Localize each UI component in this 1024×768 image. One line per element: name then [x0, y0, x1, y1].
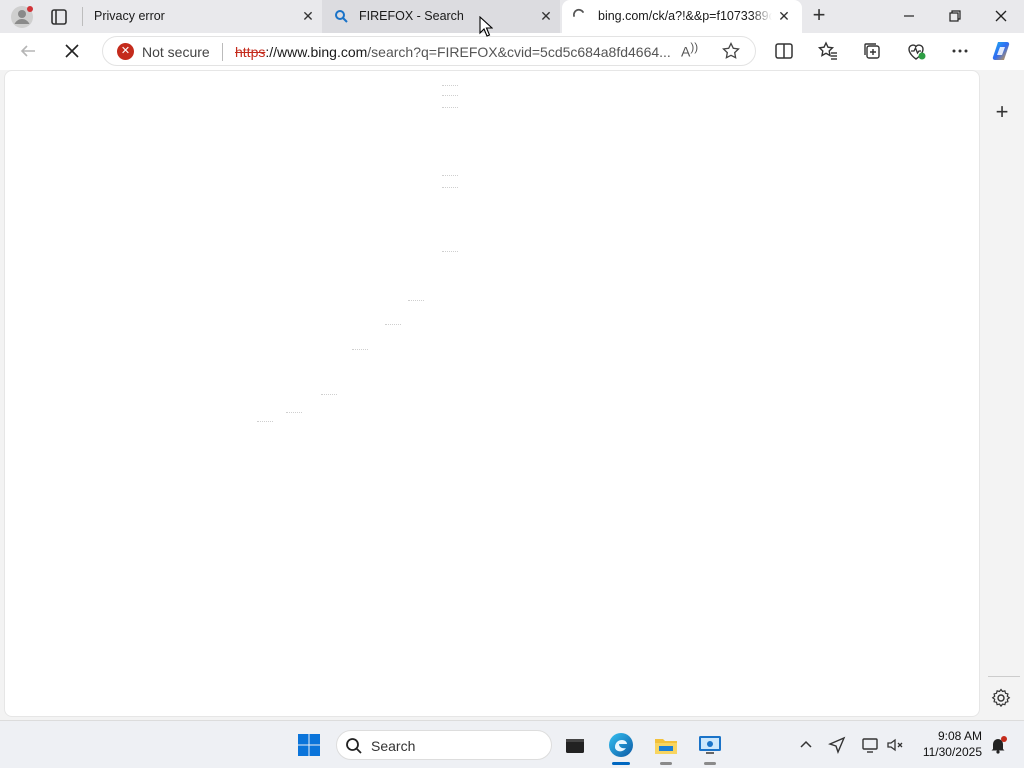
tab-title: FIREFOX - Search — [359, 9, 464, 23]
collections-icon[interactable] — [860, 39, 884, 63]
minimize-button[interactable] — [896, 4, 922, 28]
tab-privacy-error[interactable]: Privacy error ✕ — [82, 0, 322, 33]
more-icon[interactable] — [948, 39, 972, 63]
read-aloud-glyph: A — [681, 43, 691, 60]
mouse-cursor-icon — [479, 16, 493, 37]
tab-separator — [82, 7, 83, 26]
copilot-icon[interactable] — [990, 39, 1014, 63]
tab-close-icon[interactable]: ✕ — [538, 8, 554, 24]
restore-icon — [949, 10, 961, 22]
render-artifact — [385, 324, 401, 328]
tab-title: Privacy error — [94, 9, 165, 23]
edge-browser-icon — [609, 733, 633, 757]
read-aloud-icon[interactable]: A)) — [681, 41, 701, 61]
settings-gear-icon[interactable] — [990, 687, 1012, 709]
render-artifact — [286, 412, 302, 416]
taskbar-app-edge[interactable] — [606, 730, 636, 765]
search-favicon-icon — [335, 10, 348, 23]
render-artifact — [442, 85, 458, 89]
navigation-toolbar: ✕ Not secure https://www.bing.com/search… — [0, 33, 1024, 70]
render-artifact — [442, 187, 458, 191]
tab-strip: Privacy error ✕ FIREFOX - Search ✕ bing.… — [0, 0, 1024, 33]
minimize-icon — [904, 15, 914, 17]
restore-button[interactable] — [942, 4, 968, 28]
address-bar[interactable]: ✕ Not secure https://www.bing.com/search… — [102, 36, 756, 66]
render-artifact — [442, 95, 458, 99]
stop-loading-icon[interactable] — [60, 39, 84, 63]
close-icon — [995, 10, 1007, 22]
render-artifact — [408, 300, 424, 304]
tab-title: bing.com/ck/a?!&&p=f1073389c — [598, 9, 772, 23]
favorites-icon[interactable] — [816, 39, 840, 63]
tab-close-icon[interactable]: ✕ — [300, 8, 316, 24]
network-icon[interactable] — [860, 735, 880, 755]
notification-dot — [27, 6, 33, 12]
render-artifact — [442, 251, 458, 255]
render-artifact — [321, 394, 337, 398]
url-scheme: https — [235, 44, 266, 60]
windows-taskbar: Search 9:08 AM 11/30/2025 — [0, 720, 1024, 768]
close-window-button[interactable] — [988, 4, 1014, 28]
loading-spinner-icon — [572, 8, 584, 17]
windows-start-icon[interactable] — [297, 733, 321, 757]
tab-close-icon[interactable]: ✕ — [776, 8, 792, 24]
browser-essentials-icon[interactable] — [904, 39, 928, 63]
system-clock[interactable]: 9:08 AM 11/30/2025 — [912, 728, 982, 760]
taskbar-search-label: Search — [371, 738, 416, 754]
taskbar-search-box[interactable]: Search — [336, 730, 552, 760]
tab-actions-icon[interactable] — [48, 6, 70, 28]
render-artifact — [442, 107, 458, 111]
edge-sidebar: + — [984, 70, 1024, 717]
address-separator — [222, 43, 223, 61]
running-indicator — [660, 762, 672, 765]
folder-icon — [655, 739, 677, 754]
notification-bell-icon[interactable] — [988, 735, 1008, 755]
url-host: ://www.bing.com — [265, 44, 368, 60]
split-screen-icon[interactable] — [772, 39, 796, 63]
tab-bing-redirect[interactable]: bing.com/ck/a?!&&p=f1073389c ✕ — [562, 0, 802, 33]
render-artifact — [352, 349, 368, 353]
url-text[interactable]: https://www.bing.com/search?q=FIREFOX&cv… — [235, 44, 675, 60]
volume-muted-icon[interactable] — [885, 735, 905, 755]
taskbar-app-terminal[interactable] — [560, 730, 590, 760]
search-icon — [346, 738, 362, 754]
profile-icon[interactable] — [10, 5, 34, 29]
sidebar-add-button[interactable]: + — [992, 101, 1012, 123]
back-arrow-icon[interactable] — [16, 39, 40, 63]
sidebar-divider — [988, 676, 1020, 677]
render-artifact — [257, 421, 273, 425]
location-arrow-icon[interactable] — [827, 735, 847, 755]
clock-time: 9:08 AM — [937, 729, 982, 743]
security-label[interactable]: Not secure — [142, 44, 210, 60]
not-secure-icon[interactable]: ✕ — [117, 43, 134, 60]
new-tab-button[interactable]: + — [808, 4, 830, 27]
taskbar-app-remote-desktop[interactable] — [695, 730, 725, 765]
add-favorite-star-icon[interactable] — [721, 41, 741, 61]
active-indicator — [612, 762, 630, 765]
tab-firefox-search[interactable]: FIREFOX - Search ✕ — [322, 0, 560, 33]
running-indicator — [704, 762, 716, 765]
taskbar-app-file-explorer[interactable] — [651, 730, 681, 765]
render-artifact — [442, 175, 458, 179]
url-path: /search?q=FIREFOX&cvid=5cd5c684a8fd4664.… — [367, 44, 671, 60]
chevron-up-icon[interactable] — [796, 735, 816, 755]
remote-desktop-icon — [699, 736, 721, 754]
page-viewport — [4, 70, 980, 717]
terminal-icon — [566, 739, 584, 753]
clock-date: 11/30/2025 — [922, 745, 982, 759]
